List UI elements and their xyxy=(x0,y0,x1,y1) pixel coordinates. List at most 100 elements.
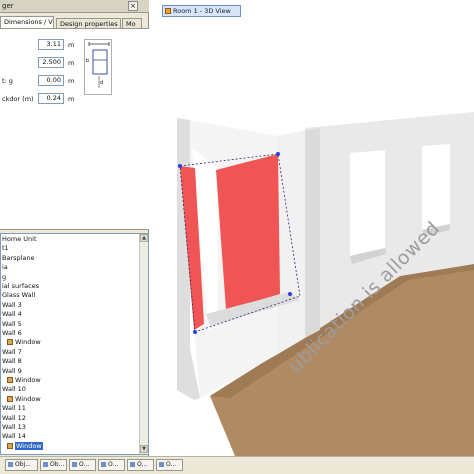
selection-handle[interactable] xyxy=(288,292,292,296)
panel-titlebar: ger × xyxy=(0,0,149,13)
tree-item-label: Wall 10 xyxy=(2,385,26,394)
tab-dimensions[interactable]: Dimensions / Views xyxy=(0,16,54,28)
prop-label: t: g xyxy=(2,77,13,85)
selected-window-pane-right[interactable] xyxy=(216,154,280,310)
prop-label: ckdor (m) xyxy=(2,95,34,103)
tree-item-label: Window xyxy=(15,338,41,347)
tree-item[interactable]: Window xyxy=(7,441,43,451)
tree-item-label: Wall 12 xyxy=(2,413,26,422)
scroll-up-icon[interactable]: ▲ xyxy=(140,234,148,242)
close-icon[interactable]: × xyxy=(128,1,138,11)
prop-row-length: 3.11 m xyxy=(0,39,80,51)
viewport-tab[interactable]: Room 1 - 3D View xyxy=(162,5,241,17)
selection-handle[interactable] xyxy=(276,152,280,156)
taskbar-label: Ob... xyxy=(50,461,65,468)
tree-item-label: Wall 9 xyxy=(2,366,22,375)
tree-item-label: Window xyxy=(15,394,41,403)
tree-item-label: t1 xyxy=(2,244,9,253)
tree-item[interactable]: Wall 11 xyxy=(2,404,26,413)
tree-item[interactable]: Wall 12 xyxy=(2,414,26,423)
selection-handle[interactable] xyxy=(193,330,197,334)
taskbar-label: O... xyxy=(166,461,177,468)
tab-design-properties[interactable]: Design properties xyxy=(56,18,121,28)
tree-item[interactable]: Wall 14 xyxy=(2,432,26,441)
unit-label: m xyxy=(68,59,75,67)
length-field[interactable]: 3.11 xyxy=(38,39,64,50)
pillar-face xyxy=(278,130,305,354)
tree-item[interactable]: ial surfaces xyxy=(2,282,39,291)
tree-item[interactable]: Wall 10 xyxy=(2,385,26,394)
window-icon xyxy=(101,462,106,467)
window-opening-far xyxy=(422,144,450,230)
object-tree[interactable]: Home Unit t1 Barsplane ia g ial surfaces Glass… xyxy=(0,233,149,455)
taskbar-label: Obj... xyxy=(15,461,31,468)
dimension-diagram-graphic xyxy=(88,42,110,88)
tree-item-label: Wall 14 xyxy=(2,432,26,441)
taskbar-item[interactable]: O... xyxy=(69,459,96,471)
tree-item-label: Home Unit xyxy=(2,235,37,243)
tree-item-label: ia xyxy=(2,263,8,272)
taskbar-item[interactable]: O... xyxy=(98,459,125,471)
tree-item[interactable]: Wall 5 xyxy=(2,320,22,329)
taskbar-label: O... xyxy=(79,461,90,468)
tree-item-label: Wall 4 xyxy=(2,310,22,319)
doorway-opening xyxy=(350,150,385,256)
diagram-label-d: d xyxy=(100,80,104,86)
tree-item[interactable]: t1 xyxy=(2,244,9,253)
unit-label: m xyxy=(68,77,75,85)
tree-item[interactable]: Home Unit xyxy=(2,235,37,244)
prop-row-height: 2.500 m xyxy=(0,57,80,69)
window-object-icon xyxy=(7,442,13,449)
tree-scrollbar[interactable]: ▲ ▼ xyxy=(139,234,148,454)
tree-item-label: Wall 13 xyxy=(2,423,26,431)
tab-more[interactable]: Mo xyxy=(122,18,142,28)
taskbar-item[interactable]: Obj... xyxy=(5,459,38,471)
tree-item-label: Window xyxy=(15,441,43,450)
taskbar-item[interactable]: O... xyxy=(127,459,154,471)
tree-item[interactable]: Window xyxy=(7,376,41,385)
window-object-icon xyxy=(7,395,13,402)
tree-item[interactable]: Glass Wall xyxy=(2,291,35,300)
tree-item-label: ial surfaces xyxy=(2,282,40,290)
tree-item[interactable]: Wall 4 xyxy=(2,310,22,319)
tree-item[interactable]: g xyxy=(2,273,6,282)
taskbar-item[interactable]: Ob... xyxy=(40,459,67,471)
panel-tabs: Dimensions / Views Design properties Mo xyxy=(0,16,149,28)
tree-item[interactable]: Wall 9 xyxy=(2,367,22,376)
tree-item[interactable]: Wall 8 xyxy=(2,357,22,366)
tree-item[interactable]: ia xyxy=(2,263,8,272)
room-icon xyxy=(165,8,171,14)
tree-item[interactable]: Wall 7 xyxy=(2,348,22,357)
tree-item-label: Wall 11 xyxy=(2,404,26,413)
taskbar-item[interactable]: O... xyxy=(156,459,183,471)
selection-handle[interactable] xyxy=(178,164,182,168)
unit-label: m xyxy=(68,95,75,103)
tree-item[interactable]: Wall 6 xyxy=(2,329,22,338)
properties-area: 3.11 m 2.500 m t: g 0.00 m ckdor (m) 0.2… xyxy=(0,28,149,230)
tree-item-label: Wall 5 xyxy=(2,319,22,328)
taskbar-label: O... xyxy=(137,461,148,468)
scroll-down-icon[interactable]: ▼ xyxy=(140,445,148,453)
taskbar: Obj... Ob... O... O... O... O... xyxy=(0,456,474,474)
dimension-diagram: b d xyxy=(84,39,112,95)
tree-item-label: g xyxy=(2,272,7,281)
tree-item[interactable]: Window xyxy=(7,395,41,404)
tree-item-label: Barsplane xyxy=(2,253,35,262)
tree-item-label: Window xyxy=(15,376,41,384)
panel-title: ger xyxy=(2,2,14,10)
pillar-side xyxy=(305,128,320,338)
tree-item-label: Wall 6 xyxy=(2,329,22,337)
offset-field[interactable]: 0.00 xyxy=(38,75,64,86)
tree-item[interactable]: Wall 13 xyxy=(2,423,26,432)
tree-item[interactable]: Wall 3 xyxy=(2,301,22,310)
prop-row-offset: t: g 0.00 m xyxy=(0,75,80,87)
prop-row-thickness: ckdor (m) 0.24 m xyxy=(0,93,80,105)
tree-item[interactable]: Window xyxy=(7,338,41,347)
window-icon xyxy=(130,462,135,467)
window-icon xyxy=(43,462,48,467)
window-icon xyxy=(159,462,164,467)
tree-item-label: Glass Wall xyxy=(2,291,36,300)
thickness-field[interactable]: 0.24 xyxy=(38,93,64,104)
tree-item[interactable]: Barsplane xyxy=(2,254,35,263)
height-field[interactable]: 2.500 xyxy=(38,57,64,68)
